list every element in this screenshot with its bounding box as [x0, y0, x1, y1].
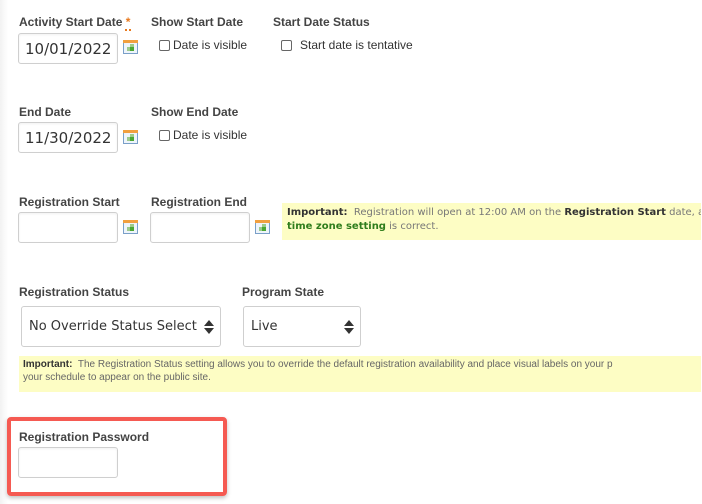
time-zone-setting-link[interactable]: time zone setting	[287, 221, 386, 232]
note-text: your schedule to appear on the public si…	[23, 372, 211, 383]
show-end-date-checkbox[interactable]	[159, 129, 170, 141]
start-date-label-text: Activity Start Date	[19, 15, 123, 29]
select-arrows-icon	[204, 320, 214, 334]
registration-end-label: Registration End	[151, 195, 248, 209]
registration-end-input[interactable]	[150, 212, 250, 243]
tentative-checkbox-row[interactable]: Start date is tentative	[281, 38, 413, 52]
note-prefix: Important:	[23, 359, 73, 370]
registration-status-select[interactable]: No Override Status Select	[21, 306, 221, 347]
program-state-select[interactable]: Live	[243, 306, 361, 347]
select-arrows-icon	[344, 320, 354, 334]
show-start-date-checkbox-row[interactable]: Date is visible	[159, 38, 247, 52]
registration-start-label: Registration Start	[19, 195, 120, 209]
registration-start-calendar-icon[interactable]	[123, 220, 138, 234]
tentative-checkbox[interactable]	[281, 39, 292, 51]
show-end-date-label: Show End Date	[151, 105, 239, 119]
end-date-input[interactable]	[18, 122, 118, 153]
note-text: date, and	[669, 207, 701, 218]
required-dots-icon	[125, 29, 131, 34]
note-bold-text: Registration Start	[564, 207, 666, 218]
registration-important-note: Important: Registration will open at 12:…	[282, 203, 701, 240]
start-date-calendar-icon[interactable]	[123, 40, 138, 54]
registration-end-calendar-icon[interactable]	[255, 220, 270, 234]
end-date-label: End Date	[19, 105, 72, 119]
registration-status-important-note: Important: The Registration Status setti…	[19, 356, 701, 392]
note-text: Registration will open at 12:00 AM on th…	[353, 207, 562, 218]
registration-status-label: Registration Status	[19, 285, 130, 299]
note-text: The Registration Status setting allows y…	[77, 359, 613, 370]
highlight-box	[7, 417, 227, 496]
start-date-input[interactable]	[18, 33, 118, 64]
registration-status-selected: No Override Status Select	[29, 319, 197, 334]
show-end-date-checkbox-label: Date is visible	[173, 128, 248, 142]
note-prefix: Important:	[287, 207, 348, 218]
end-date-calendar-icon[interactable]	[123, 130, 138, 144]
program-state-label: Program State	[242, 285, 325, 299]
show-start-date-checkbox-label: Date is visible	[173, 38, 248, 52]
show-start-date-label: Show Start Date	[151, 15, 244, 29]
required-asterisk-icon: *	[125, 15, 131, 29]
tentative-checkbox-label: Start date is tentative	[300, 38, 413, 52]
program-state-selected: Live	[251, 319, 278, 334]
note-text: is correct.	[389, 221, 439, 232]
show-start-date-checkbox[interactable]	[159, 39, 170, 51]
registration-start-input[interactable]	[18, 212, 118, 243]
start-date-label: Activity Start Date *	[19, 15, 130, 29]
start-date-status-label: Start Date Status	[273, 15, 370, 29]
show-end-date-checkbox-row[interactable]: Date is visible	[159, 128, 247, 142]
